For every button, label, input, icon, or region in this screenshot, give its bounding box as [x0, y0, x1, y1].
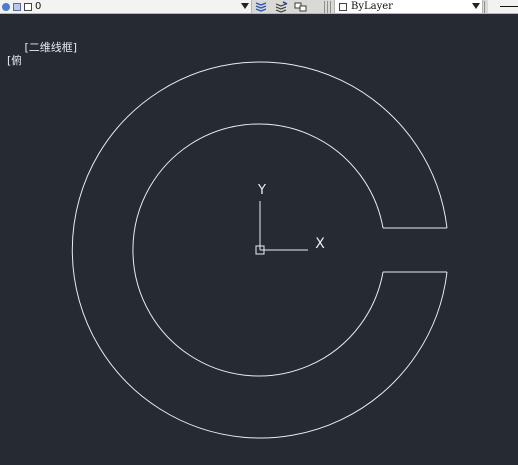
- linetype-dropdown[interactable]: ByLayer: [334, 0, 483, 13]
- layer-state-icon: [2, 3, 10, 11]
- toolbar-separator: [324, 1, 325, 13]
- toolbar-separator: [484, 1, 485, 13]
- lineweight-dropdown[interactable]: [488, 0, 518, 13]
- lineweight-sample: [500, 6, 518, 7]
- layer-dropdown[interactable]: 0: [0, 0, 252, 13]
- layer-toolbar-icons: [254, 0, 308, 13]
- layer-isolate-icon[interactable]: [274, 1, 288, 13]
- dropdown-icon[interactable]: [472, 3, 480, 9]
- inner-arc: [132, 123, 384, 377]
- toolbar-separator: [327, 1, 328, 13]
- layer-dropdown-value: 0: [35, 1, 42, 12]
- ucs-x-label: X: [315, 236, 325, 252]
- layer-properties-icon[interactable]: [254, 1, 268, 13]
- linetype-dropdown-value: ByLayer: [351, 1, 393, 12]
- dropdown-icon[interactable]: [241, 3, 249, 9]
- ucs-icon: Y X: [255, 183, 325, 255]
- drawing-canvas[interactable]: Y X: [0, 14, 518, 465]
- properties-toolbar: 0 ByLayer: [0, 0, 518, 14]
- layer-color-icon: [24, 3, 32, 11]
- layer-lock-icon: [13, 3, 21, 11]
- linetype-swatch-icon: [339, 3, 347, 11]
- toolbar-separator: [330, 1, 331, 13]
- ucs-y-label: Y: [257, 183, 266, 198]
- layer-walk-icon[interactable]: [294, 1, 308, 13]
